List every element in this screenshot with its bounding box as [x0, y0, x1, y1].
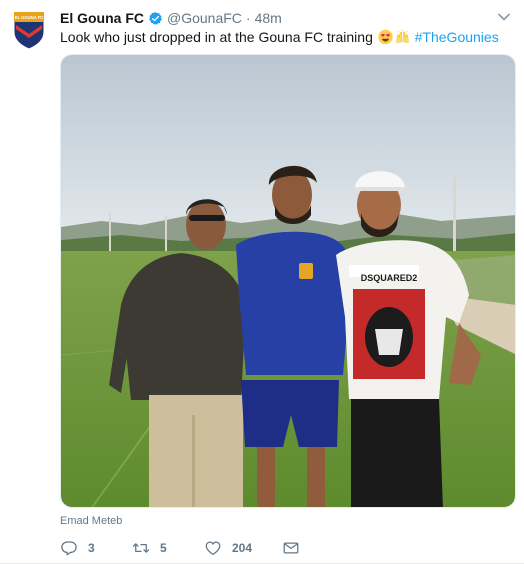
retweet-count: 5 [160, 541, 167, 555]
fence-pole [109, 213, 111, 253]
retweet-button[interactable]: 5 [132, 539, 204, 557]
author-handle[interactable]: @GounaFC [167, 10, 242, 26]
heart-icon [205, 541, 221, 556]
media-credit[interactable]: Emad Meteb [60, 515, 122, 527]
tweet-actions: 3 5 204 [60, 538, 310, 558]
fence-pole [165, 215, 167, 253]
tweet-card[interactable]: EL GOUNA FC El Gouna FC @GounaFC · 48m L… [0, 0, 524, 564]
like-button[interactable]: 204 [204, 539, 282, 557]
training-photo: DSQUARED2 [61, 55, 515, 507]
envelope-icon [283, 542, 299, 554]
tweet-header: El Gouna FC @GounaFC · 48m [60, 9, 484, 27]
hashtag-link[interactable]: #TheGounies [415, 29, 499, 45]
tee-logo-text: DSQUARED2 [361, 273, 418, 283]
verified-badge-icon [149, 11, 162, 25]
chevron-down-icon[interactable] [498, 13, 510, 21]
raised-hands-emoji [395, 29, 409, 43]
tweet-timestamp[interactable]: 48m [255, 10, 282, 26]
author-avatar[interactable]: EL GOUNA FC [12, 10, 46, 50]
tweet-text-body: Look who just dropped in at the Gouna FC… [60, 29, 377, 45]
reply-button[interactable]: 3 [60, 539, 132, 557]
tweet-text: Look who just dropped in at the Gouna FC… [60, 28, 499, 46]
crest-text: EL GOUNA FC [15, 15, 44, 20]
author-name[interactable]: El Gouna FC [60, 10, 144, 26]
heart-eyes-emoji [378, 29, 393, 45]
gouna-crest-icon: EL GOUNA FC [13, 11, 45, 50]
tweet-photo[interactable]: DSQUARED2 [60, 54, 516, 508]
reply-icon [61, 541, 77, 556]
reply-count: 3 [88, 541, 95, 555]
retweet-icon [132, 543, 150, 553]
like-count: 204 [232, 541, 253, 555]
separator-dot: · [245, 10, 251, 26]
direct-message-button[interactable] [282, 539, 310, 557]
